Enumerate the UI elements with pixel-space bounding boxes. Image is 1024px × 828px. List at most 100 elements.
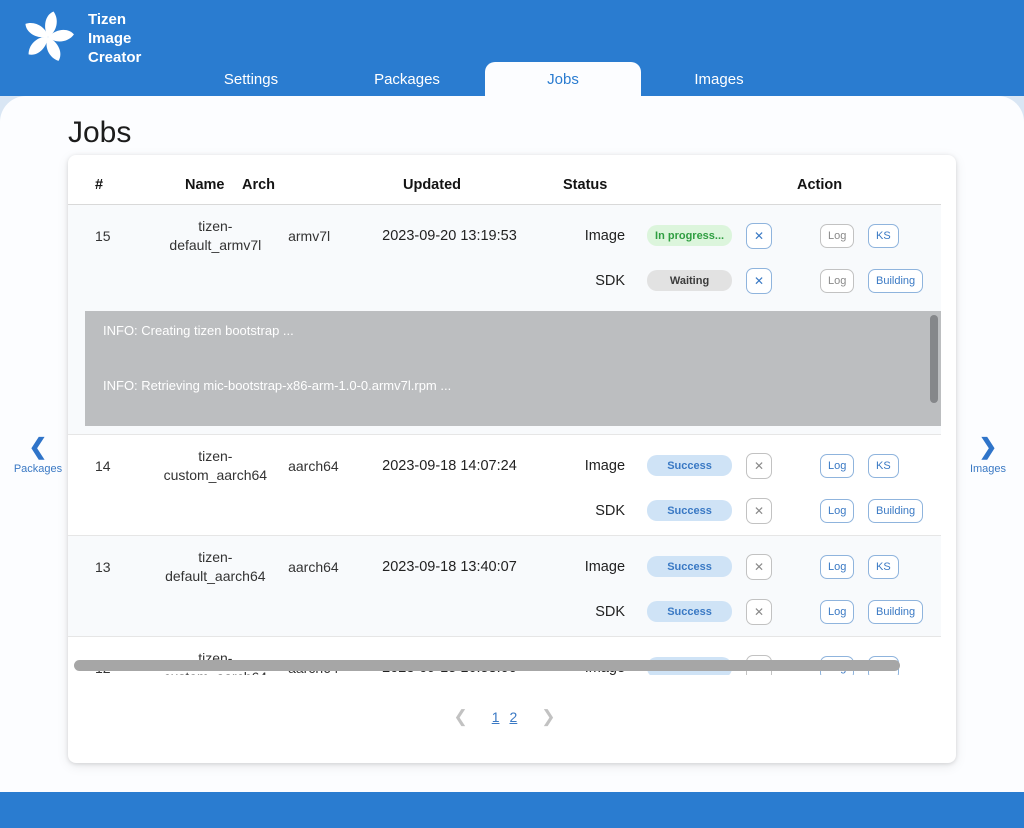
- target-row-image: Image In progress... ✕ Log KS: [525, 213, 941, 258]
- status-badge: Success: [647, 601, 732, 622]
- pagination-page-1[interactable]: 1: [492, 709, 500, 725]
- nav-left-label: Packages: [14, 463, 62, 475]
- job-id: 14: [68, 443, 143, 488]
- horizontal-scrollbar[interactable]: [70, 659, 954, 672]
- target-label: SDK: [525, 273, 625, 289]
- col-header-status: Status: [563, 177, 607, 193]
- extra-action-button[interactable]: KS: [868, 555, 899, 579]
- extra-action-button[interactable]: KS: [868, 454, 899, 478]
- target-row-sdk: SDK Waiting ✕ Log Building: [525, 258, 941, 303]
- extra-action-button[interactable]: Building: [868, 269, 923, 293]
- brand-line-1: Tizen: [88, 10, 141, 29]
- status-badge: Success: [647, 500, 732, 521]
- close-icon: ✕: [754, 459, 764, 473]
- brand-line-3: Creator: [88, 48, 141, 67]
- brand: Tizen Image Creator: [20, 6, 141, 71]
- log-button[interactable]: Log: [820, 269, 854, 293]
- job-targets: Image In progress... ✕ Log KS SDK Waitin…: [525, 213, 941, 303]
- footer-bar: [0, 792, 1024, 828]
- nav-right-label: Images: [970, 463, 1006, 475]
- table-header: # Name Arch Updated Status Action: [68, 155, 941, 205]
- close-icon: ✕: [754, 229, 764, 243]
- log-button[interactable]: Log: [820, 555, 854, 579]
- jobs-card: # Name Arch Updated Status Action 15 tiz…: [68, 155, 956, 763]
- status-badge: Success: [647, 455, 732, 476]
- extra-action-button[interactable]: Building: [868, 600, 923, 624]
- col-header-arch: Arch: [242, 177, 275, 193]
- job-log-output[interactable]: INFO: Creating tizen bootstrap ... INFO:…: [85, 311, 941, 426]
- pagination-next-icon[interactable]: ❯: [541, 707, 555, 727]
- log-button[interactable]: Log: [820, 499, 854, 523]
- cancel-button[interactable]: ✕: [746, 223, 772, 249]
- col-header-num: #: [95, 177, 103, 193]
- tab-images[interactable]: Images: [641, 62, 797, 96]
- vertical-scrollbar-thumb[interactable]: [930, 315, 938, 403]
- target-label: Image: [525, 559, 625, 575]
- page-title: Jobs: [68, 116, 131, 150]
- job-name: tizen-custom_aarch64: [143, 443, 289, 488]
- job-id: 13: [68, 544, 143, 589]
- status-badge: In progress...: [647, 225, 732, 246]
- job-summary: 15 tizen-default_armv7l armv7l 2023-09-2…: [68, 205, 941, 305]
- target-row-image: Image Success ✕ Log KS: [525, 443, 941, 488]
- tizen-logo-icon: [20, 6, 76, 71]
- col-header-name: Name: [185, 177, 225, 193]
- job-name: tizen-default_armv7l: [143, 213, 289, 258]
- tab-settings[interactable]: Settings: [173, 62, 329, 96]
- tab-packages[interactable]: Packages: [329, 62, 485, 96]
- pagination-prev-icon[interactable]: ❮: [453, 707, 467, 727]
- brand-line-2: Image: [88, 29, 141, 48]
- log-button[interactable]: Log: [820, 600, 854, 624]
- table-row: 14 tizen-custom_aarch64 aarch64 2023-09-…: [68, 435, 941, 536]
- cancel-button[interactable]: ✕: [746, 268, 772, 294]
- job-id: 15: [68, 213, 143, 258]
- log-line: INFO: Creating tizen bootstrap ...: [103, 323, 941, 338]
- target-row-image: Image Success ✕ Log KS: [525, 544, 941, 589]
- close-icon: ✕: [754, 560, 764, 574]
- cancel-button[interactable]: ✕: [746, 554, 772, 580]
- job-name: tizen-default_aarch64: [143, 544, 289, 589]
- tab-jobs[interactable]: Jobs: [485, 62, 641, 96]
- close-icon: ✕: [754, 504, 764, 518]
- log-button[interactable]: Log: [820, 224, 854, 248]
- col-header-updated: Updated: [403, 177, 461, 193]
- table-row: 13 tizen-default_aarch64 aarch64 2023-09…: [68, 536, 941, 637]
- cancel-button[interactable]: ✕: [746, 453, 772, 479]
- job-updated: 2023-09-20 13:19:53: [374, 213, 525, 258]
- target-label: SDK: [525, 503, 625, 519]
- job-targets: Image Success ✕ Log KS SDK Success ✕ Log…: [525, 443, 941, 533]
- pagination: ❮ 1 2 ❯: [68, 703, 941, 731]
- target-label: Image: [525, 458, 625, 474]
- extra-action-button[interactable]: Building: [868, 499, 923, 523]
- job-arch: armv7l: [288, 213, 374, 258]
- cancel-button[interactable]: ✕: [746, 599, 772, 625]
- job-updated: 2023-09-18 13:40:07: [374, 544, 525, 589]
- job-summary: 13 tizen-default_aarch64 aarch64 2023-09…: [68, 536, 941, 636]
- chevron-left-icon: ❮: [29, 436, 47, 458]
- jobs-rows: 15 tizen-default_armv7l armv7l 2023-09-2…: [68, 205, 941, 675]
- col-header-action: Action: [797, 177, 842, 193]
- cancel-button[interactable]: ✕: [746, 498, 772, 524]
- target-label: SDK: [525, 604, 625, 620]
- target-row-sdk: SDK Success ✕ Log Building: [525, 589, 941, 634]
- job-targets: Image Success ✕ Log KS SDK Success ✕ Log…: [525, 544, 941, 634]
- brand-title: Tizen Image Creator: [88, 10, 141, 67]
- close-icon: ✕: [754, 274, 764, 288]
- table-viewport: # Name Arch Updated Status Action 15 tiz…: [68, 155, 941, 675]
- nav-right-images[interactable]: ❯ Images: [960, 436, 1016, 475]
- main-nav: Settings Packages Jobs Images: [173, 62, 797, 96]
- pagination-page-2[interactable]: 2: [510, 709, 518, 725]
- table-row: 15 tizen-default_armv7l armv7l 2023-09-2…: [68, 205, 941, 435]
- job-summary: 14 tizen-custom_aarch64 aarch64 2023-09-…: [68, 435, 941, 535]
- log-button[interactable]: Log: [820, 454, 854, 478]
- horizontal-scrollbar-thumb[interactable]: [74, 660, 900, 671]
- status-badge: Success: [647, 556, 732, 577]
- job-arch: aarch64: [288, 544, 374, 589]
- content-panel: Jobs # Name Arch Updated Status Action 1…: [0, 96, 1024, 792]
- nav-left-packages[interactable]: ❮ Packages: [10, 436, 66, 475]
- extra-action-button[interactable]: KS: [868, 224, 899, 248]
- target-row-sdk: SDK Success ✕ Log Building: [525, 488, 941, 533]
- job-updated: 2023-09-18 14:07:24: [374, 443, 525, 488]
- close-icon: ✕: [754, 605, 764, 619]
- log-line: INFO: Retrieving mic-bootstrap-x86-arm-1…: [103, 378, 941, 393]
